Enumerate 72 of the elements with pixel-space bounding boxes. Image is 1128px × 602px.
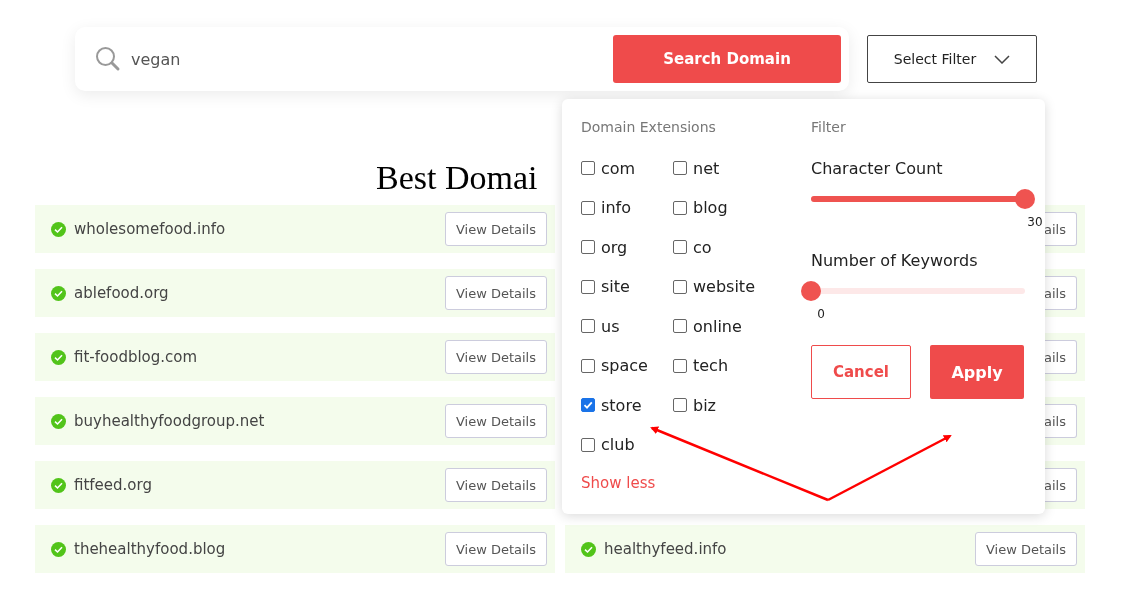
- checkbox[interactable]: [673, 279, 687, 294]
- slider-label: Character Count: [811, 159, 943, 178]
- check-circle-icon: [51, 477, 66, 493]
- check-circle-icon: [51, 349, 66, 365]
- check-circle-icon: [581, 541, 596, 557]
- extension-checkbox[interactable]: net: [673, 158, 720, 178]
- domain-name: healthyfeed.info: [604, 540, 728, 558]
- domain-name: ablefood.org: [74, 284, 170, 302]
- check-circle-icon: [51, 221, 66, 237]
- extension-checkbox[interactable]: site: [581, 276, 630, 297]
- view-details-button[interactable]: View Details: [444, 468, 547, 502]
- extension-checkbox[interactable]: us: [581, 316, 620, 336]
- view-details-button[interactable]: View Details: [444, 212, 547, 246]
- section-label: Domain Extensions: [581, 119, 716, 137]
- checkbox[interactable]: [581, 319, 595, 333]
- extension-checkbox[interactable]: space: [581, 355, 648, 376]
- domain-name: fitfeed.org: [74, 476, 153, 494]
- section-label: Filter: [811, 119, 846, 137]
- cancel-button[interactable]: Cancel: [811, 345, 911, 399]
- extension-checkbox[interactable]: club: [581, 434, 635, 455]
- checkbox[interactable]: [581, 161, 595, 175]
- extension-checkbox[interactable]: store: [581, 395, 642, 415]
- extension-checkbox[interactable]: website: [673, 276, 755, 297]
- domain-name: buyhealthyfoodgroup.net: [74, 412, 266, 430]
- slider-value: 30: [1027, 215, 1043, 229]
- view-details-button[interactable]: View Details: [444, 340, 547, 374]
- extension-checkbox[interactable]: com: [581, 158, 636, 178]
- extension-checkbox[interactable]: online: [673, 316, 742, 336]
- domain-name: thehealthyfood.blog: [74, 540, 227, 558]
- domain-name: wholesomefood.info: [74, 220, 227, 238]
- checkbox[interactable]: [673, 200, 687, 215]
- checkbox[interactable]: [581, 240, 595, 254]
- check-circle-icon: [51, 541, 66, 557]
- view-details-button[interactable]: View Details: [444, 532, 547, 566]
- slider-thumb[interactable]: [801, 281, 821, 301]
- domain-name: fit-foodblog.com: [74, 348, 199, 366]
- chevron-down-icon: [994, 54, 1011, 64]
- view-details-button[interactable]: ails: [1044, 340, 1077, 374]
- select-filter-button[interactable]: Select Filter: [867, 35, 1037, 83]
- slider-label: Number of Keywords: [811, 251, 978, 270]
- checkbox[interactable]: [673, 398, 687, 412]
- view-details-button[interactable]: ails: [1044, 276, 1077, 310]
- checkbox[interactable]: [673, 319, 687, 333]
- extension-checkbox[interactable]: biz: [673, 395, 716, 415]
- search-icon: [95, 46, 121, 72]
- view-details-button[interactable]: View Details: [444, 404, 547, 438]
- checkbox[interactable]: [673, 240, 687, 254]
- view-details-button[interactable]: ails: [1044, 404, 1077, 438]
- view-details-button[interactable]: View Details: [974, 532, 1077, 566]
- checkbox[interactable]: [581, 279, 595, 294]
- checkbox[interactable]: [673, 358, 687, 373]
- apply-button[interactable]: Apply: [930, 345, 1024, 399]
- view-details-button[interactable]: ails: [1044, 468, 1077, 502]
- extension-checkbox[interactable]: info: [581, 197, 631, 218]
- section-heading: Best Domai: [376, 158, 538, 198]
- view-details-button[interactable]: View Details: [444, 276, 547, 310]
- extension-checkbox[interactable]: tech: [673, 355, 729, 376]
- check-circle-icon: [51, 413, 66, 429]
- check-circle-icon: [51, 285, 66, 301]
- checkbox[interactable]: [673, 161, 687, 175]
- checkbox[interactable]: [581, 437, 595, 452]
- checkbox[interactable]: [581, 398, 595, 412]
- extension-checkbox[interactable]: co: [673, 237, 712, 257]
- show-less-link[interactable]: Show less: [581, 473, 656, 492]
- view-details-button[interactable]: ails: [1044, 212, 1077, 246]
- slider-thumb[interactable]: [1015, 189, 1035, 209]
- slider-value: 0: [817, 307, 825, 321]
- checkbox[interactable]: [581, 358, 595, 373]
- checkbox[interactable]: [581, 200, 595, 215]
- extension-checkbox[interactable]: blog: [673, 197, 728, 218]
- extension-checkbox[interactable]: org: [581, 237, 628, 257]
- search-domain-button[interactable]: Search Domain: [613, 35, 841, 83]
